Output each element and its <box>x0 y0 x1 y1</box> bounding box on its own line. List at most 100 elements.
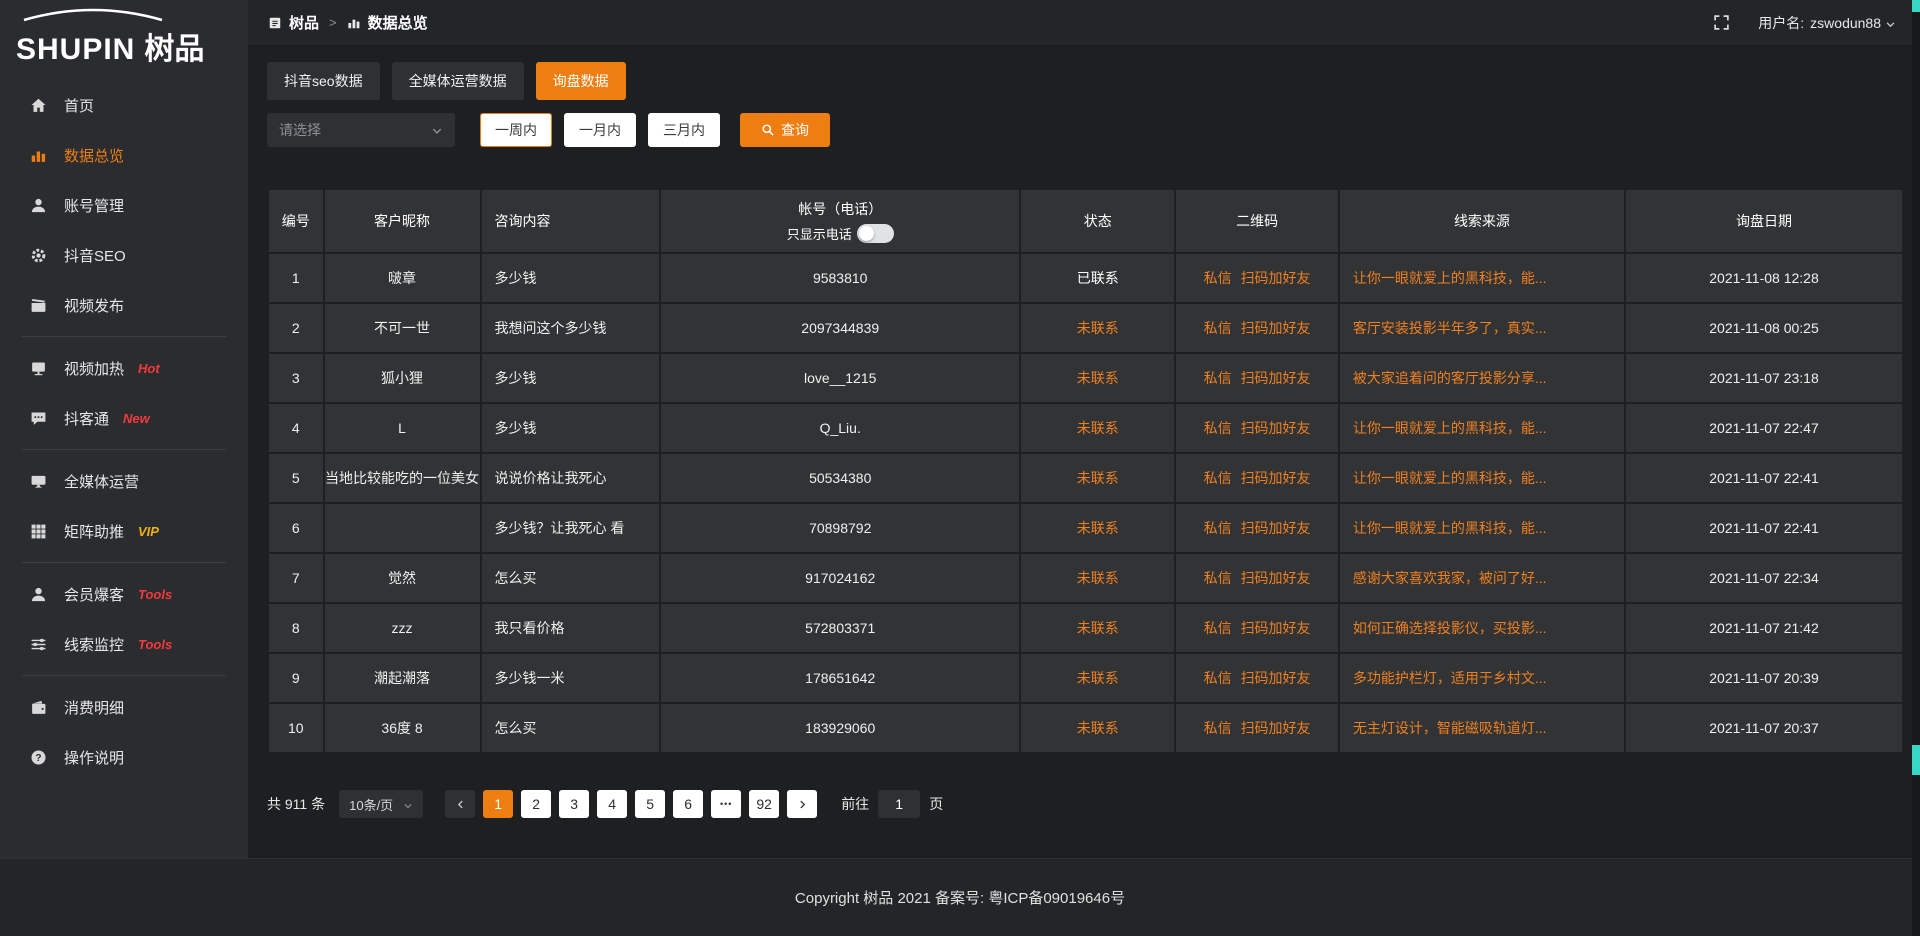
document-icon <box>268 16 282 30</box>
source-link[interactable]: 让你一眼就爱上的黑科技，能... <box>1353 420 1547 436</box>
svg-text:?: ? <box>35 752 41 763</box>
page-button[interactable]: 92 <box>749 790 779 818</box>
cell-nickname: 狐小狸 <box>324 353 481 403</box>
cell-source: 感谢大家喜欢我家，被问了好... <box>1339 553 1625 603</box>
qr-add-friend-link[interactable]: 扫码加好友 <box>1241 270 1311 286</box>
qr-add-friend-link[interactable]: 扫码加好友 <box>1241 720 1311 736</box>
qr-private-msg-link[interactable]: 私信 <box>1204 720 1232 736</box>
page-button[interactable]: 5 <box>635 790 665 818</box>
sidebar-item[interactable]: ? 操作说明 <box>0 732 248 782</box>
qr-private-msg-link[interactable]: 私信 <box>1204 470 1232 486</box>
prev-page-button[interactable] <box>445 790 475 818</box>
cell-message: 多少钱 <box>481 353 661 403</box>
sidebar-item[interactable]: 首页 <box>0 80 248 130</box>
qr-private-msg-link[interactable]: 私信 <box>1204 370 1232 386</box>
source-link[interactable]: 让你一眼就爱上的黑科技，能... <box>1353 520 1547 536</box>
sidebar-item[interactable]: 抖客通 New <box>0 393 248 443</box>
page-button[interactable]: 2 <box>521 790 551 818</box>
page-size-select[interactable]: 10条/页 <box>339 790 423 818</box>
sidebar-item[interactable]: 账号管理 <box>0 180 248 230</box>
phone-only-label: 只显示电话 <box>787 224 852 243</box>
source-link[interactable]: 客厅安装投影半年多了，真实... <box>1353 320 1547 336</box>
search-button-label: 查询 <box>781 120 809 140</box>
source-link[interactable]: 多功能护栏灯，适用于乡村文... <box>1353 670 1547 686</box>
sidebar-divider <box>22 336 226 337</box>
help-icon: ? <box>30 749 47 766</box>
header-date: 询盘日期 <box>1625 189 1903 253</box>
qr-add-friend-link[interactable]: 扫码加好友 <box>1241 520 1311 536</box>
sidebar-item[interactable]: 全媒体运营 <box>0 456 248 506</box>
period-button[interactable]: 一周内 <box>480 113 552 147</box>
goto-suffix: 页 <box>929 794 943 814</box>
cell-index: 8 <box>268 603 324 653</box>
cell-qrcode: 私信 扫码加好友 <box>1175 503 1339 553</box>
page-button[interactable]: 1 <box>483 790 513 818</box>
qr-add-friend-link[interactable]: 扫码加好友 <box>1241 320 1311 336</box>
qr-add-friend-link[interactable]: 扫码加好友 <box>1241 420 1311 436</box>
table-row: 1 啵章 多少钱 9583810 已联系 私信 扫码加好友 让你一眼就爱上的黑科… <box>268 253 1903 303</box>
sidebar-item[interactable]: 会员爆客 Tools <box>0 569 248 619</box>
sidebar-item[interactable]: 矩阵助推 VIP <box>0 506 248 556</box>
sidebar-item[interactable]: 消费明细 <box>0 682 248 732</box>
cell-index: 2 <box>268 303 324 353</box>
source-link[interactable]: 如何正确选择投影仪，买投影... <box>1353 620 1547 636</box>
cell-message: 多少钱 <box>481 253 661 303</box>
qr-add-friend-link[interactable]: 扫码加好友 <box>1241 570 1311 586</box>
source-link[interactable]: 无主灯设计，智能磁吸轨道灯... <box>1353 720 1547 736</box>
qr-private-msg-link[interactable]: 私信 <box>1204 570 1232 586</box>
sidebar-item[interactable]: 线索监控 Tools <box>0 619 248 669</box>
chevron-down-icon[interactable] <box>1885 17 1896 28</box>
breadcrumb-root[interactable]: 树品 <box>289 12 319 33</box>
page-button[interactable]: 6 <box>673 790 703 818</box>
cell-qrcode: 私信 扫码加好友 <box>1175 653 1339 703</box>
qr-private-msg-link[interactable]: 私信 <box>1204 420 1232 436</box>
sidebar-item[interactable]: 视频发布 <box>0 280 248 330</box>
select-placeholder: 请选择 <box>279 120 321 140</box>
data-tab[interactable]: 全媒体运营数据 <box>392 62 524 100</box>
page-button[interactable]: 4 <box>597 790 627 818</box>
fullscreen-icon[interactable] <box>1713 14 1730 31</box>
qr-add-friend-link[interactable]: 扫码加好友 <box>1241 370 1311 386</box>
source-link[interactable]: 感谢大家喜欢我家，被问了好... <box>1353 570 1547 586</box>
qr-private-msg-link[interactable]: 私信 <box>1204 520 1232 536</box>
cell-status: 未联系 <box>1020 603 1175 653</box>
search-button[interactable]: 查询 <box>740 113 830 147</box>
source-link[interactable]: 让你一眼就爱上的黑科技，能... <box>1353 270 1547 286</box>
qr-add-friend-link[interactable]: 扫码加好友 <box>1241 620 1311 636</box>
next-page-button[interactable] <box>787 790 817 818</box>
qr-private-msg-link[interactable]: 私信 <box>1204 670 1232 686</box>
cell-qrcode: 私信 扫码加好友 <box>1175 403 1339 453</box>
scrollbar[interactable] <box>1912 0 1920 936</box>
data-tab[interactable]: 询盘数据 <box>536 62 626 100</box>
header-status: 状态 <box>1020 189 1175 253</box>
source-link[interactable]: 被大家追着问的客厅投影分享... <box>1353 370 1547 386</box>
phone-only-toggle[interactable] <box>857 224 894 243</box>
sidebar-item[interactable]: 抖音SEO <box>0 230 248 280</box>
qr-add-friend-link[interactable]: 扫码加好友 <box>1241 470 1311 486</box>
source-link[interactable]: 让你一眼就爱上的黑科技，能... <box>1353 470 1547 486</box>
cell-nickname <box>324 503 481 553</box>
page-button[interactable]: 3 <box>559 790 589 818</box>
sidebar-item[interactable]: 视频加热 Hot <box>0 343 248 393</box>
cell-account: 572803371 <box>660 603 1020 653</box>
cell-index: 1 <box>268 253 324 303</box>
inquiry-table: 编号 客户昵称 咨询内容 帐号（电话） 只显示电话 状态 二维码 线索来源 询盘… <box>267 188 1904 754</box>
filter-select[interactable]: 请选择 <box>267 113 455 147</box>
period-button[interactable]: 一月内 <box>564 113 636 147</box>
cell-nickname: 不可一世 <box>324 303 481 353</box>
sidebar-item[interactable]: 数据总览 <box>0 130 248 180</box>
data-tab[interactable]: 抖音seo数据 <box>267 62 380 100</box>
username-value[interactable]: zswodun88 <box>1810 15 1881 31</box>
qr-add-friend-link[interactable]: 扫码加好友 <box>1241 670 1311 686</box>
sidebar-item-label: 线索监控 <box>64 634 124 655</box>
period-button[interactable]: 三月内 <box>648 113 720 147</box>
more-pages-button[interactable]: ••• <box>711 790 741 818</box>
cell-message: 说说价格让我死心 <box>481 453 661 503</box>
qr-private-msg-link[interactable]: 私信 <box>1204 320 1232 336</box>
header-index: 编号 <box>268 189 324 253</box>
data-tabs: 抖音seo数据全媒体运营数据询盘数据 <box>267 62 1904 100</box>
sidebar-divider <box>22 675 226 676</box>
qr-private-msg-link[interactable]: 私信 <box>1204 270 1232 286</box>
qr-private-msg-link[interactable]: 私信 <box>1204 620 1232 636</box>
goto-page-input[interactable] <box>878 790 920 818</box>
